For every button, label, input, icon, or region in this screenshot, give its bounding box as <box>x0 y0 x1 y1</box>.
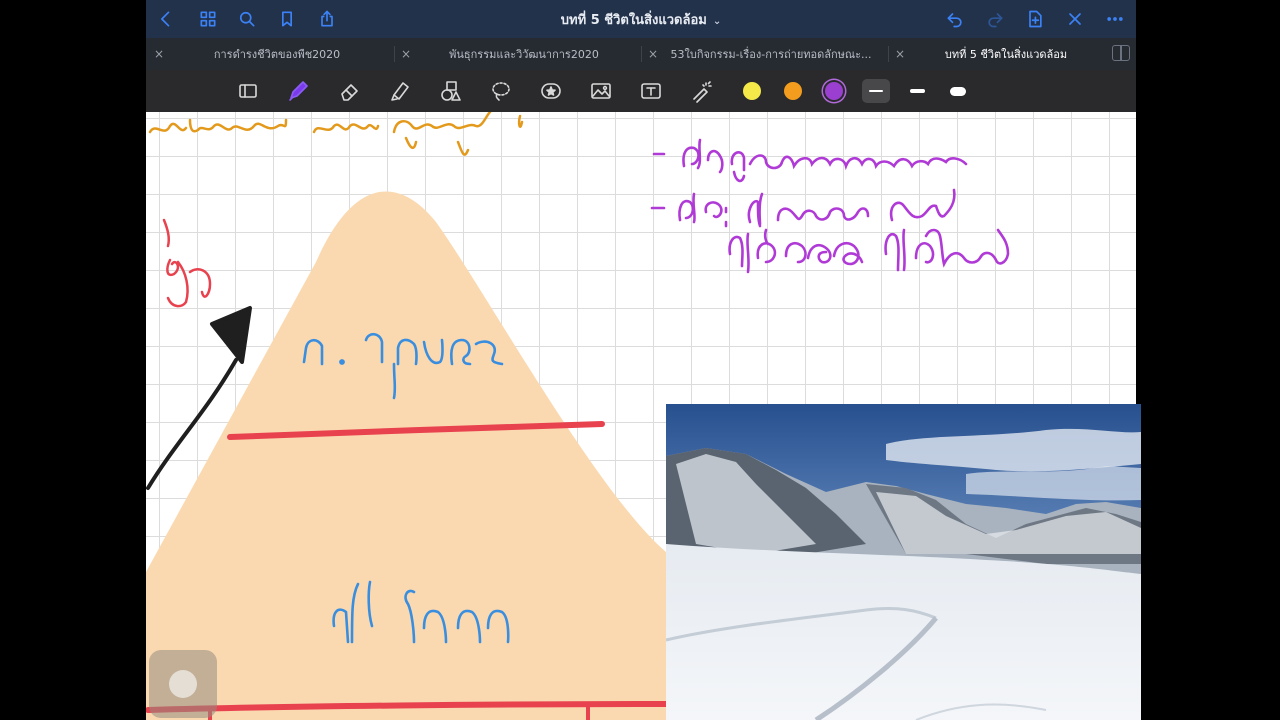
redo-icon[interactable] <box>983 7 1007 31</box>
document-title-text: บทที่ 5 ชีวิตในสิ่งแวดล้อม <box>560 13 707 28</box>
tab-label: บทที่ 5 ชีวิตในสิ่งแวดล้อม <box>944 48 1068 61</box>
more-options-icon[interactable] <box>1103 7 1127 31</box>
lasso-icon[interactable] <box>487 77 515 105</box>
mountain-zone-shape <box>146 191 666 720</box>
tab-label: พันธุกรรมและวิวัฒนาการ2020 <box>449 48 599 61</box>
tab-document-4-active[interactable]: × บทที่ 5 ชีวิตในสิ่งแวดล้อม <box>889 38 1111 70</box>
tab-label: 53ใบกิจกรรม-เรื่อง-การถ่ายทอดลักษณะ... <box>670 48 872 61</box>
stroke-thick[interactable] <box>944 79 972 103</box>
tab-document-2[interactable]: × พันธุกรรมและวิวัฒนาการ2020 <box>395 38 641 70</box>
pen-icon[interactable] <box>284 77 312 105</box>
stroke-medium[interactable] <box>903 79 931 103</box>
document-tab-bar: × การดำรงชีวิตของพืช2020 × พันธุกรรมและว… <box>146 38 1136 71</box>
altitude-label-scribble-red <box>162 218 212 308</box>
tab-close-icon[interactable]: × <box>889 47 911 61</box>
split-view-icon[interactable] <box>1112 45 1130 61</box>
tab-close-icon[interactable]: × <box>642 47 664 61</box>
tab-document-1[interactable]: × การดำรงชีวิตของพืช2020 <box>148 38 394 70</box>
color-orange-swatch[interactable] <box>784 82 802 100</box>
notes-scribble-purple <box>650 138 1010 274</box>
close-icon[interactable] <box>1063 7 1087 31</box>
drawing-toolbar <box>146 70 1136 112</box>
tab-label: การดำรงชีวิตของพืช2020 <box>213 48 341 61</box>
laser-pointer-icon[interactable] <box>687 77 715 105</box>
sticker-icon[interactable] <box>537 77 565 105</box>
tab-document-3[interactable]: × 53ใบกิจกรรม-เรื่อง-การถ่ายทอดลักษณะ... <box>642 38 888 70</box>
color-purple-swatch-selected[interactable] <box>825 82 843 100</box>
tab-close-icon[interactable]: × <box>395 47 417 61</box>
color-yellow-swatch[interactable] <box>743 82 761 100</box>
heading-scribble-orange <box>148 112 524 156</box>
image-icon[interactable] <box>587 77 615 105</box>
floating-assistive-button[interactable] <box>149 650 217 718</box>
text-icon[interactable] <box>637 77 665 105</box>
add-page-icon[interactable] <box>1023 7 1047 31</box>
highlighter-icon[interactable] <box>386 77 414 105</box>
snowy-mountain-image <box>666 404 1141 720</box>
top-navigation-bar: บทที่ 5 ชีวิตในสิ่งแวดล้อม ⌄ <box>146 0 1136 38</box>
shapes-icon[interactable] <box>437 77 465 105</box>
tab-close-icon[interactable]: × <box>148 47 170 61</box>
eraser-icon[interactable] <box>336 77 364 105</box>
stroke-thin-selected[interactable] <box>862 79 890 103</box>
page-view-icon[interactable] <box>234 77 262 105</box>
tundra-landscape-photo[interactable] <box>666 404 1141 720</box>
undo-icon[interactable] <box>943 7 967 31</box>
chevron-down-icon: ⌄ <box>712 16 722 27</box>
